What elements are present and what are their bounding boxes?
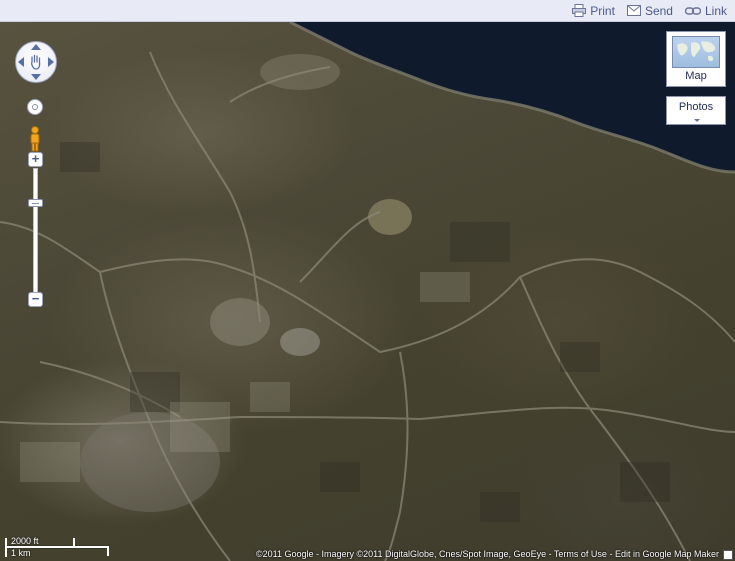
hand-icon xyxy=(31,54,41,70)
scale-tick-metric xyxy=(107,548,109,556)
scale-tick-left xyxy=(5,538,7,557)
google-maps-embed: Print Send Link + − Map Photos 2000 ft 1… xyxy=(0,0,735,561)
link-label: Link xyxy=(704,3,727,18)
pan-up-icon[interactable] xyxy=(31,44,41,50)
link-link[interactable]: Link xyxy=(684,3,727,18)
world-map-icon xyxy=(677,41,716,62)
edit-in-map-maker-link[interactable]: Edit in Google Map Maker xyxy=(615,549,719,559)
scale-metric-label: 1 km xyxy=(11,548,31,558)
photos-label: Photos xyxy=(678,101,714,113)
photos-layer-button[interactable]: Photos xyxy=(666,96,726,125)
pan-down-icon[interactable] xyxy=(31,74,41,80)
printer-icon xyxy=(572,4,587,17)
chain-link-icon xyxy=(684,6,701,15)
street-view-pegman-icon[interactable] xyxy=(27,126,43,152)
envelope-icon xyxy=(626,5,641,16)
satellite-map-canvas[interactable]: + − Map Photos 2000 ft 1 km ©2011 Google… xyxy=(0,22,735,561)
pan-right-icon[interactable] xyxy=(48,57,54,67)
satellite-imagery xyxy=(0,22,735,561)
send-link[interactable]: Send xyxy=(626,3,673,18)
copyright-separator: - xyxy=(606,549,615,559)
scale-tick-imperial xyxy=(73,538,75,546)
report-problem-icon[interactable] xyxy=(723,550,733,560)
zoom-in-button[interactable]: + xyxy=(28,152,43,167)
map-thumbnail xyxy=(672,36,720,68)
pan-left-icon[interactable] xyxy=(18,57,24,67)
map-copyright: ©2011 Google - Imagery ©2011 DigitalGlob… xyxy=(256,549,719,559)
zoom-slider-track[interactable] xyxy=(33,168,38,296)
zoom-out-button[interactable]: − xyxy=(28,292,43,307)
send-label: Send xyxy=(644,3,673,18)
scale-imperial-label: 2000 ft xyxy=(11,536,39,546)
earth-view-button[interactable] xyxy=(27,99,43,115)
print-link[interactable]: Print xyxy=(572,4,615,18)
map-type-button[interactable]: Map xyxy=(666,31,726,87)
copyright-text: ©2011 Google - Imagery ©2011 DigitalGlob… xyxy=(255,549,554,559)
terms-of-use-link[interactable]: Terms of Use xyxy=(554,549,607,559)
print-label: Print xyxy=(590,3,615,18)
chevron-down-icon xyxy=(694,119,700,122)
zoom-slider-handle[interactable] xyxy=(28,199,43,207)
map-type-label: Map xyxy=(685,70,707,82)
scale-bar: 2000 ft 1 km xyxy=(5,536,111,558)
map-toolbar: Print Send Link xyxy=(0,0,735,22)
pan-control[interactable] xyxy=(15,41,57,83)
